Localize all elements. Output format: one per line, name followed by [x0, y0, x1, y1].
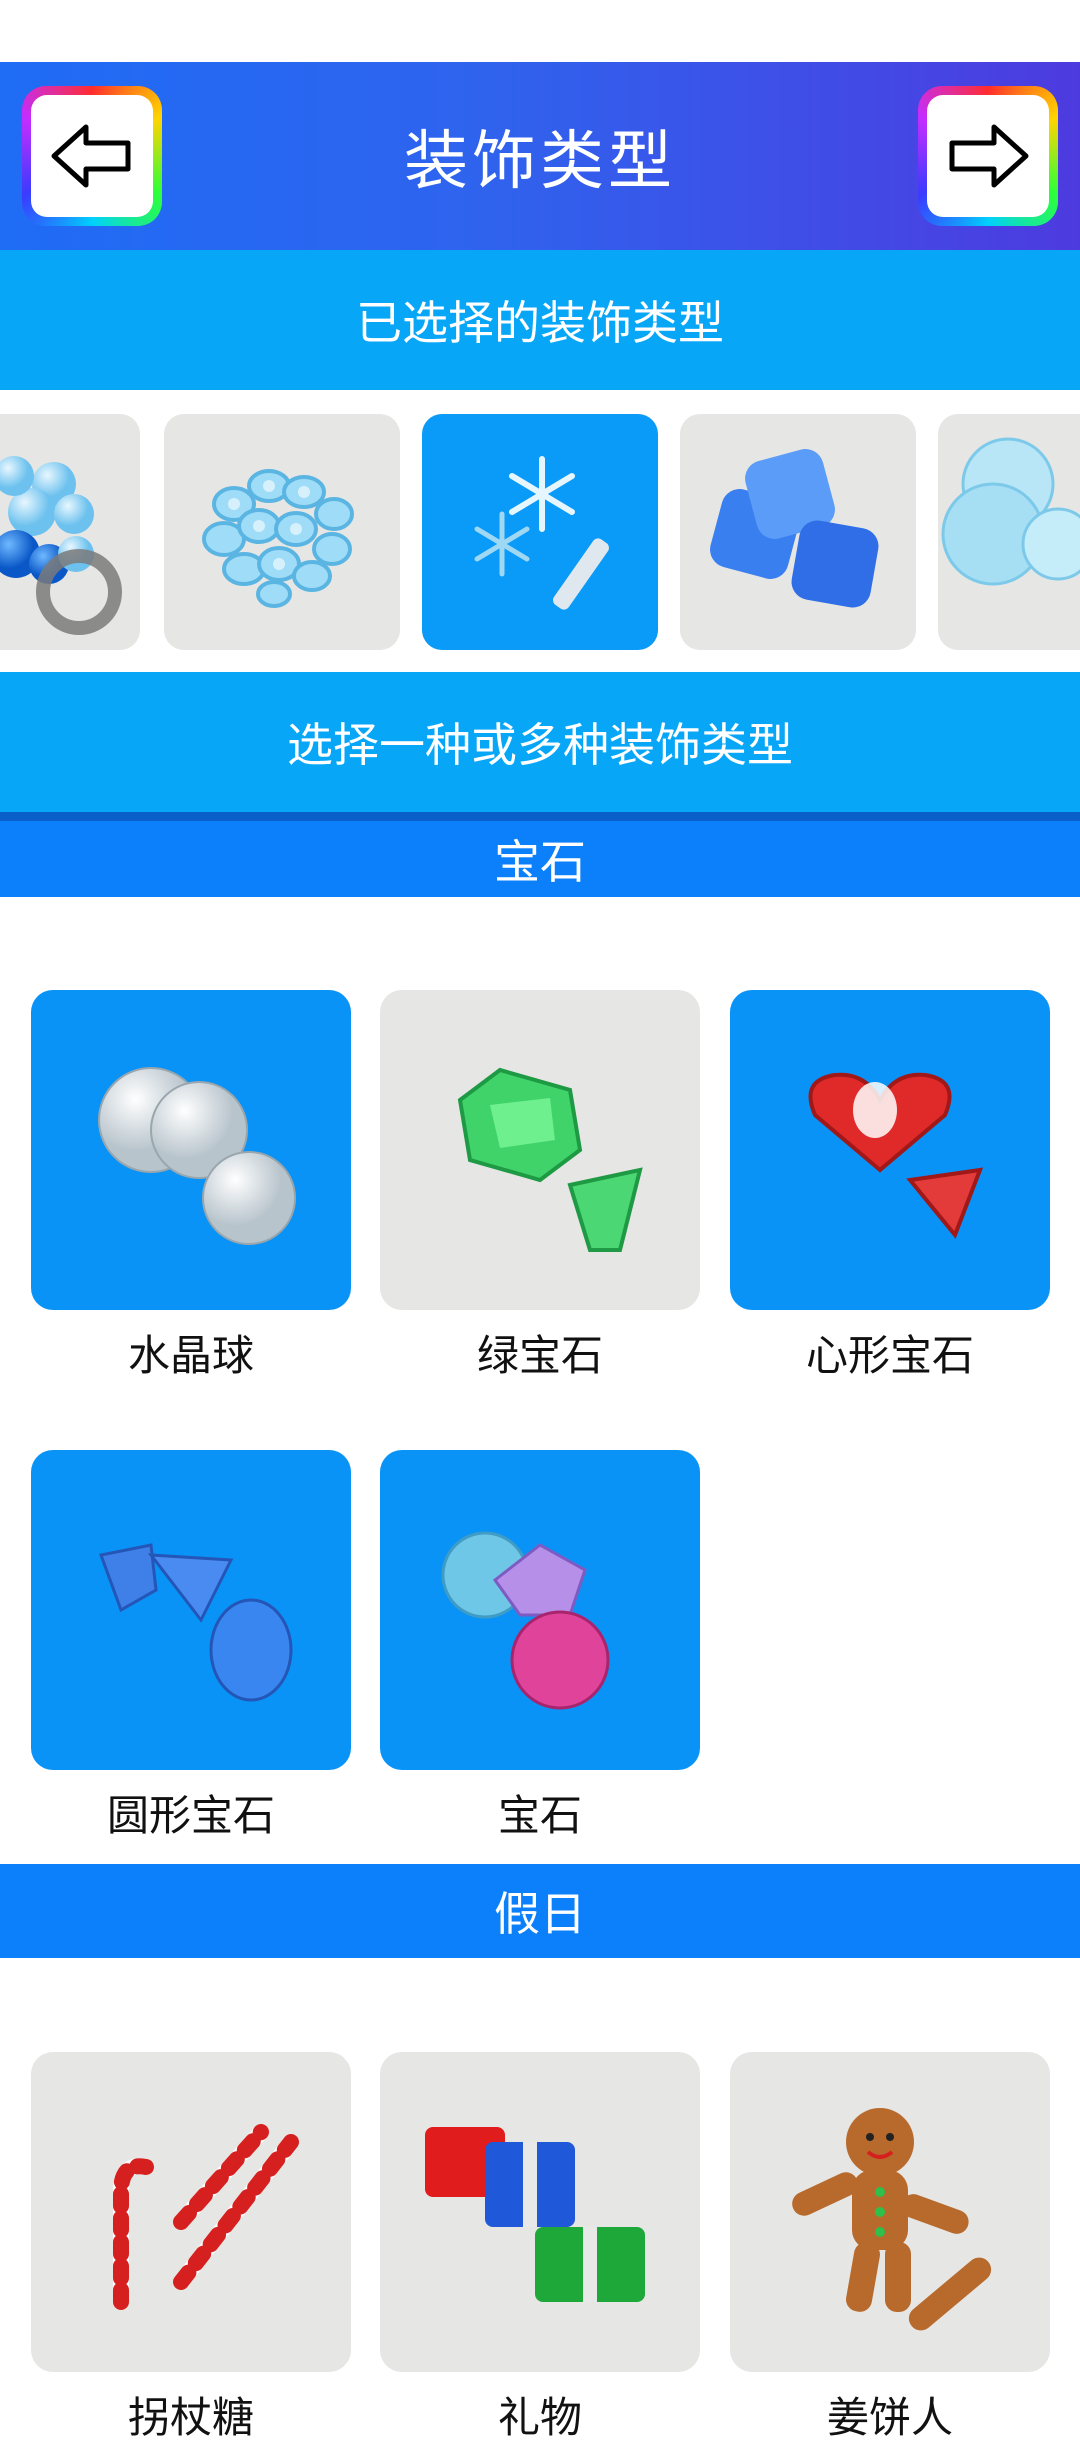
arrow-right-icon	[949, 124, 1029, 188]
selected-item-blue-balls[interactable]	[0, 414, 140, 650]
selected-item-blue-cubes[interactable]	[680, 414, 916, 650]
choose-types-label: 选择一种或多种装饰类型	[0, 672, 1080, 812]
next-button[interactable]	[918, 86, 1058, 226]
divider	[0, 812, 1080, 821]
holiday-tile-gingerbread[interactable]	[730, 2052, 1050, 2372]
selected-item-snowflake[interactable]	[422, 414, 658, 650]
selected-types-label: 已选择的装饰类型	[0, 250, 1080, 390]
gem-label-heart: 心形宝石	[805, 1331, 974, 1380]
heart-gem-icon	[808, 1072, 984, 1239]
selected-types-strip[interactable]	[0, 414, 1080, 650]
round-gem-icon	[98, 1543, 293, 1702]
gem-tile-heart[interactable]	[730, 990, 1050, 1310]
blue-rings-icon	[202, 469, 354, 608]
blue-cubes-icon	[710, 449, 879, 608]
gingerbread-man-icon	[792, 2108, 992, 2331]
gem-tile-emerald[interactable]	[380, 990, 700, 1310]
gem-label-crystal-ball: 水晶球	[127, 1331, 254, 1380]
gem-tile-crystal-ball[interactable]	[31, 990, 351, 1310]
gem-label-emerald: 绿宝石	[476, 1331, 603, 1380]
gem-tile-gem[interactable]	[380, 1450, 700, 1770]
bubbles-icon	[941, 437, 1080, 586]
section-header-gems: 宝石	[0, 821, 1080, 897]
blue-balls-icon	[0, 456, 122, 635]
gem-icon	[441, 1531, 610, 1710]
crystal-ball-icon	[98, 1067, 296, 1245]
holiday-label-gingerbread: 姜饼人	[826, 2393, 953, 2442]
gem-label-round: 圆形宝石	[106, 1791, 275, 1840]
emerald-icon	[457, 1067, 643, 1252]
holiday-label-candy-cane: 拐杖糖	[127, 2393, 254, 2442]
holiday-tile-gift[interactable]	[380, 2052, 700, 2372]
gift-icon	[425, 2127, 645, 2302]
gem-label-gem: 宝石	[497, 1791, 582, 1840]
selected-item-blue-rings[interactable]	[164, 414, 400, 650]
holiday-tile-candy-cane[interactable]	[31, 2052, 351, 2372]
selected-item-bubbles[interactable]	[938, 414, 1080, 650]
snowflake-icon	[474, 456, 609, 610]
gem-tile-round[interactable]	[31, 1450, 351, 1770]
candy-cane-icon	[113, 2124, 299, 2310]
holiday-label-gift: 礼物	[497, 2393, 582, 2442]
section-header-holiday: 假日	[0, 1864, 1080, 1958]
top-header: 装饰类型	[0, 62, 1080, 250]
